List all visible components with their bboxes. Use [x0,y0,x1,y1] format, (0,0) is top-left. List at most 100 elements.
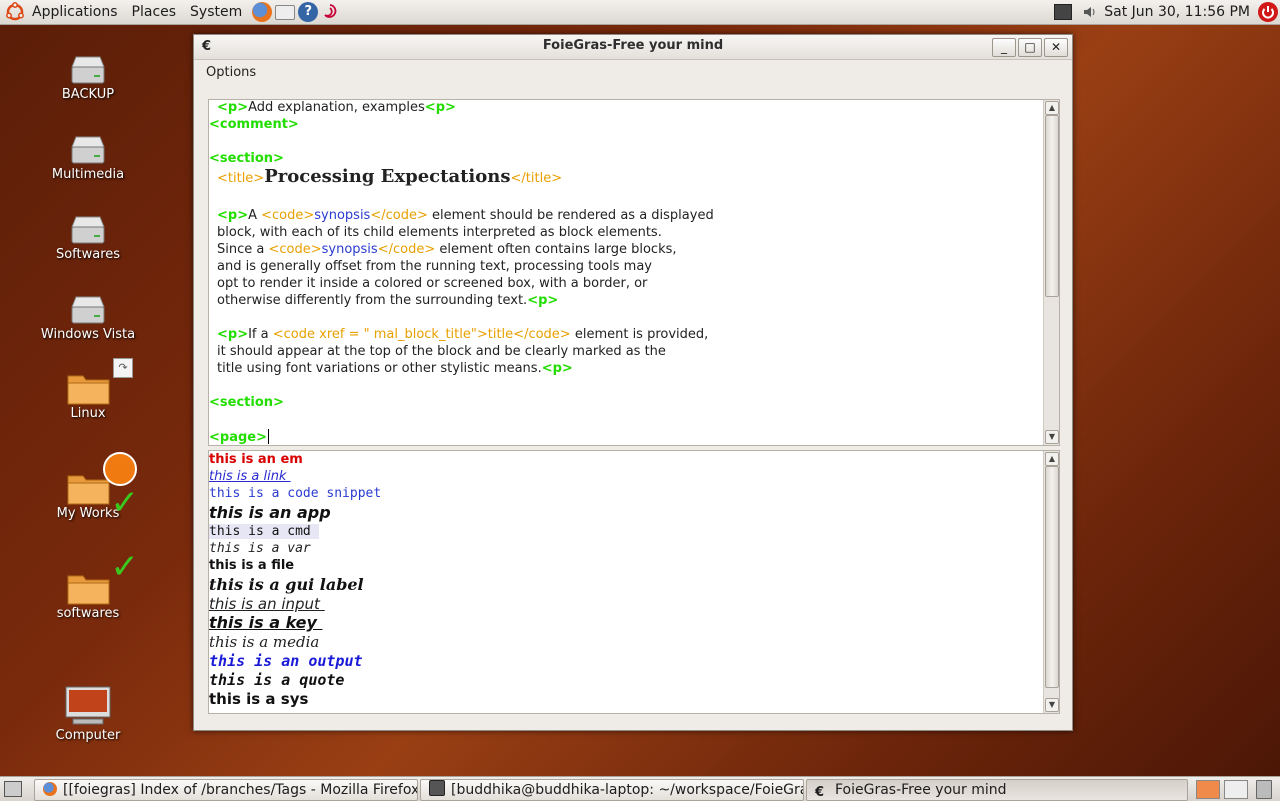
folder-icon: ✓ [67,550,139,605]
taskbar-item-label: FoieGras-Free your mind [835,782,1007,798]
key-sample: this is a key [209,613,323,632]
desktop-icon-label: BACKUP [61,87,115,102]
editor-text-line: it should appear at the top of the block… [217,344,666,359]
folder-icon: ↷ [67,358,133,405]
check-emblem-icon: ✓ [110,483,140,523]
taskbar-item-firefox[interactable]: [[foiegras] Index of /branches/Tags - Mo… [34,779,418,801]
editor-pane[interactable]: <p>Add explanation, examples<p> <comment… [208,99,1060,446]
code-tag: <code> [261,208,315,223]
scroll-down-arrow-icon[interactable]: ▼ [1045,430,1059,444]
desktop-icon-label: Computer [55,728,121,743]
code-tag: </code> [377,242,436,257]
applications-menu[interactable]: Applications [25,0,125,24]
system-tray: Sat Jun 30, 11:56 PM [1054,0,1280,24]
media-sample: this is a media [209,633,320,651]
drive-icon [68,135,108,165]
show-desktop-icon[interactable] [4,781,22,797]
desktop-icon-my-works[interactable]: ✓ My Works [33,452,143,521]
editor-text-run: If a [248,327,273,342]
ubuntu-logo-icon[interactable] [5,2,25,22]
p-tag: <p> [527,293,559,308]
text-cursor [268,429,269,444]
foiegras-icon: € [815,785,825,800]
trash-icon[interactable] [1256,780,1272,799]
editor-text-line: opt to render it inside a colored or scr… [217,276,648,291]
editor-text[interactable]: <p>Add explanation, examples<p> <comment… [209,100,1043,445]
window-titlebar[interactable]: € FoieGras-Free your mind _ □ ✕ [194,35,1072,60]
editor-scrollbar[interactable]: ▲ ▼ [1043,100,1059,445]
scroll-down-arrow-icon[interactable]: ▼ [1045,698,1059,712]
debian-swirl-icon[interactable] [321,3,339,21]
taskbar-item-terminal[interactable]: [buddhika@buddhika-laptop: ~/workspace/F… [420,779,804,801]
editor-text-run: element should be rendered as a displaye… [427,208,714,223]
taskbar-item-foiegras[interactable]: € FoieGras-Free your mind [806,779,1188,801]
drive-icon [68,295,108,325]
section-tag: <section> [209,395,284,410]
check-emblem-icon: ✓ [110,547,140,587]
var-sample: this is a var [209,541,311,556]
desktop-icon-multimedia[interactable]: Multimedia [33,135,143,182]
desktop-icon-linux[interactable]: ↷ Linux [33,358,143,421]
desktop-icon-label: Softwares [55,247,121,262]
preview-scrollbar[interactable]: ▲ ▼ [1043,451,1059,713]
scroll-up-arrow-icon[interactable]: ▲ [1045,101,1059,115]
mail-launcher-icon[interactable] [275,4,296,20]
code-tag: </code> [370,208,428,223]
foiegras-window: € FoieGras-Free your mind _ □ ✕ Options … [193,34,1073,731]
minimize-button[interactable]: _ [992,38,1016,57]
bottom-panel: [[foiegras] Index of /branches/Tags - Mo… [0,776,1280,801]
sys-sample: this is a sys [209,690,309,708]
section-title-text: Processing Expectations [264,166,511,187]
editor-text-run: Add explanation, examples [248,100,425,115]
drive-icon [68,55,108,85]
gui-label-sample: this is a gui label [209,575,364,594]
vlc-emblem-icon [103,452,137,486]
comment-tag: <comment> [209,117,299,132]
options-menu[interactable]: Options [206,65,256,80]
workspace-2-firefox-icon[interactable] [1224,780,1248,799]
p-tag: <p> [217,327,249,342]
maximize-button[interactable]: □ [1018,38,1042,57]
file-sample: this is a file [209,558,295,573]
desktop-icon-softwares-folder[interactable]: ✓ softwares [33,550,143,621]
power-icon[interactable] [1258,2,1278,22]
scroll-up-arrow-icon[interactable]: ▲ [1045,452,1059,466]
desktop-icon-windows-vista[interactable]: Windows Vista [33,295,143,342]
desktop-icon-backup[interactable]: BACKUP [33,55,143,102]
scrollbar-thumb[interactable] [1045,466,1059,688]
scrollbar-thumb[interactable] [1045,115,1059,297]
desktop-icon-label: Multimedia [51,167,125,182]
code-tag: </code> [513,327,571,342]
code-tag: <code xref = " mal_block_title"> [272,327,488,342]
window-title: FoieGras-Free your mind [542,38,724,53]
drive-icon [68,215,108,245]
p-tag: <p> [541,361,573,376]
system-menu[interactable]: System [183,0,249,24]
top-panel: Applications Places System ? Sat Jun 30,… [0,0,1280,25]
close-button[interactable]: ✕ [1044,38,1068,57]
folder-icon: ✓ [67,452,139,520]
help-launcher-icon[interactable]: ? [298,2,319,22]
output-sample: this is an output [209,652,363,670]
p-tag: <p> [217,208,249,223]
editor-text-run: Since a [217,242,269,257]
desktop-icon-softwares[interactable]: Softwares [33,215,143,262]
network-icon[interactable] [1054,4,1073,20]
taskbar-item-label: [[foiegras] Index of /branches/Tags - Mo… [63,782,418,798]
workspace-switcher-icon[interactable] [1196,780,1220,799]
title-tag: <title> [217,171,265,186]
link-sample[interactable]: this is a link [209,469,291,484]
desktop-icon-computer[interactable]: Computer [33,686,143,743]
preview-text: this is an em this is a link this is a c… [209,451,1043,713]
cmd-sample: this is a cmd [209,524,319,539]
firefox-launcher-icon[interactable] [252,2,273,22]
volume-icon[interactable] [1082,4,1098,20]
code-tag: <code> [268,242,322,257]
input-sample: this is an input [209,595,325,613]
taskbar-item-label: [buddhika@buddhika-laptop: ~/workspace/F… [451,782,804,798]
places-menu[interactable]: Places [125,0,184,24]
editor-text-run: element is provided, [570,327,709,342]
em-sample: this is an em [209,452,303,467]
p-tag: <p> [217,100,249,115]
clock[interactable]: Sat Jun 30, 11:56 PM [1104,4,1250,20]
